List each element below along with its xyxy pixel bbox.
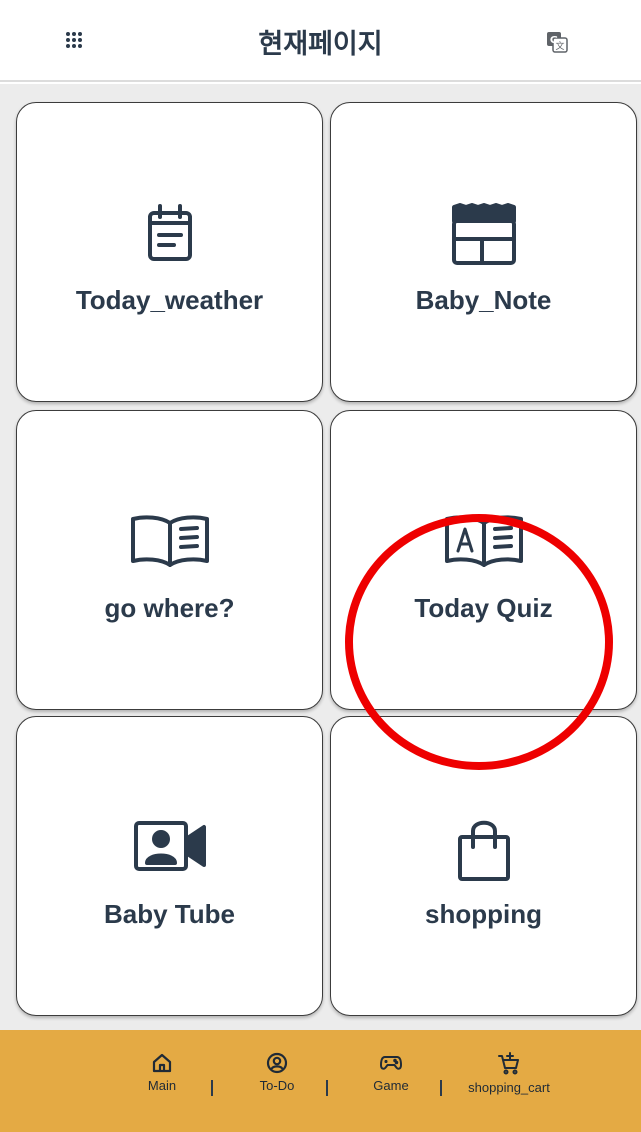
gamepad-icon <box>380 1056 402 1070</box>
nav-label: Main <box>147 1078 177 1093</box>
card-go-where[interactable]: go where? <box>16 410 323 710</box>
calendar-icon <box>17 203 322 267</box>
card-label: shopping <box>425 899 542 929</box>
translate-icon[interactable]: G 文 <box>545 30 569 54</box>
nav-main[interactable]: Main <box>140 1052 184 1093</box>
card-label: Today Quiz <box>414 593 553 623</box>
card-today-weather[interactable]: Today_weather <box>16 102 323 402</box>
shopping-bag-icon <box>331 817 636 881</box>
nav-label: Game <box>373 1078 409 1093</box>
menu-grid: Today_weather Baby_Note go where? Today … <box>0 84 641 1030</box>
top-app-bar: 현재페이지 G 文 <box>0 0 641 82</box>
nav-game[interactable]: Game <box>366 1052 416 1093</box>
apps-grid-icon[interactable] <box>62 28 86 52</box>
card-label: Baby Tube <box>104 899 235 929</box>
card-label: Baby_Note <box>415 285 552 315</box>
user-circle-icon <box>266 1052 288 1074</box>
card-baby-tube[interactable]: Baby Tube <box>16 716 323 1016</box>
card-label: go where? <box>104 593 235 623</box>
card-baby-note[interactable]: Baby_Note <box>330 102 637 402</box>
nav-todo[interactable]: To-Do <box>252 1052 302 1093</box>
card-shopping[interactable]: shopping <box>330 716 637 1016</box>
home-icon <box>152 1053 172 1073</box>
add-cart-icon <box>498 1052 519 1075</box>
nav-shopping-cart[interactable]: shopping_cart <box>456 1052 562 1095</box>
video-contact-icon <box>17 817 322 881</box>
card-today-quiz[interactable]: Today Quiz <box>330 410 637 710</box>
svg-text:文: 文 <box>555 40 564 52</box>
nav-separator <box>440 1080 442 1096</box>
nav-label: shopping_cart <box>468 1080 550 1095</box>
layout-table-icon <box>331 203 636 267</box>
dictionary-icon <box>331 511 636 575</box>
card-label: Today_weather <box>75 285 264 315</box>
nav-separator <box>211 1080 213 1096</box>
bottom-navigation: Main To-Do Game shopping_cart <box>0 1030 641 1132</box>
open-book-icon <box>17 511 322 575</box>
nav-label: To-Do <box>259 1078 295 1093</box>
nav-separator <box>326 1080 328 1096</box>
